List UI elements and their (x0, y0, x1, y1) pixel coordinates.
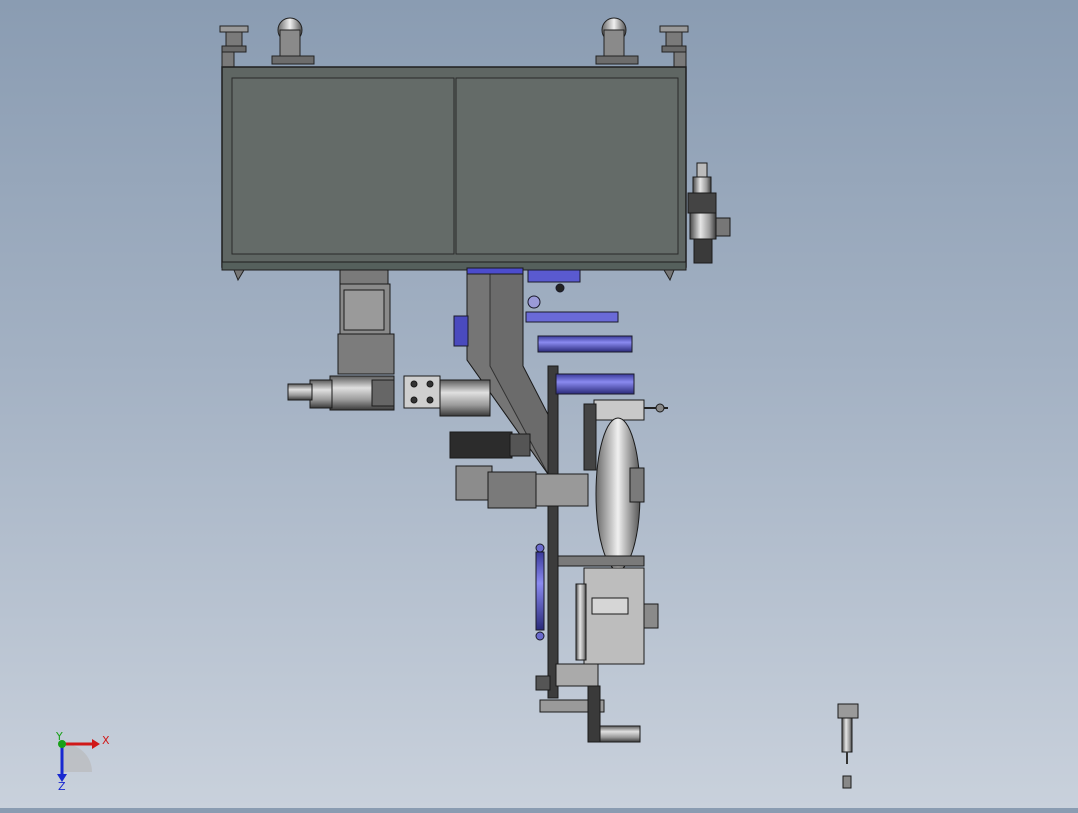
main-frame[interactable] (219, 17, 689, 282)
leveling-foot-left[interactable] (219, 25, 249, 53)
bottom-handle[interactable] (587, 685, 641, 743)
pneumatic-cylinder-lower[interactable] (535, 543, 545, 641)
cad-3d-viewport[interactable]: X Y Z (0, 0, 1078, 808)
x-axis-label: X (102, 734, 110, 747)
coordinate-triad: X Y Z (55, 730, 110, 793)
pressure-regulator[interactable] (687, 162, 731, 264)
belt-pulley[interactable] (583, 399, 668, 571)
horizontal-arm[interactable] (455, 465, 589, 509)
z-axis-label: Z (58, 780, 66, 793)
y-axis-label: Y (55, 730, 63, 743)
drive-motor[interactable] (449, 431, 531, 459)
caster-wheel-right[interactable] (595, 17, 639, 65)
caster-wheel-left[interactable] (271, 17, 315, 65)
detached-component[interactable] (837, 703, 859, 789)
leveling-foot-right[interactable] (659, 25, 689, 53)
